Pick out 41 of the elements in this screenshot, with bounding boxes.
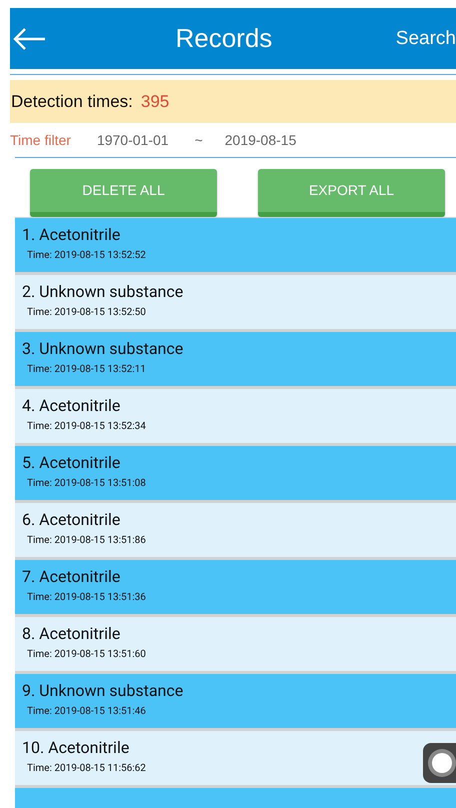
record-title: 9. Unknown substance (22, 681, 184, 702)
record-time: Time: 2019-08-15 13:51:08 (27, 478, 147, 490)
record-title: 4. Acetonitrile (22, 396, 122, 416)
record-title: 3. Unknown substance (22, 339, 184, 360)
date-separator: ~ (194, 132, 203, 148)
record-item[interactable]: 3. Unknown substance Time: 2019-08-15 13:52:11 (15, 332, 456, 386)
detection-count: 395 (140, 92, 170, 112)
record-time: Time: 2019-08-15 11:56:62 (27, 763, 147, 774)
record-item[interactable]: 5. Acetonitrile Time: 2019-08-15 13:51:08 (15, 446, 456, 500)
record-item[interactable]: 7. Acetonitrile Time: 2019-08-15 13:51:36 (15, 560, 456, 614)
record-title: 10. Acetonitrile (22, 738, 130, 758)
record-time: Time: 2019-08-15 13:52:50 (27, 307, 147, 318)
record-item[interactable]: 8. Acetonitrile Time: 2019-08-15 13:51:60 (15, 617, 456, 672)
record-time: Time: 2019-08-15 13:51:60 (27, 649, 147, 660)
end-date[interactable]: 2019-08-15 (224, 132, 296, 148)
record-item[interactable]: 4. Acetonitrile Time: 2019-08-15 13:52:34 (15, 389, 456, 444)
record-time: Time: 2019-08-15 13:51:86 (27, 535, 147, 546)
screen-title: Records (174, 23, 274, 54)
record-item[interactable]: 9. Unknown substance Time: 2019-08-15 13:51:46 (15, 674, 456, 728)
record-time: Time: 2019-08-15 13:51:36 (27, 592, 147, 604)
record-title: 5. Acetonitrile (22, 453, 122, 474)
time-filter-label: Time filter (10, 132, 71, 148)
record-time: Time: 2019-08-15 13:52:34 (27, 421, 147, 432)
record-item[interactable]: 10. Acetonitrile Time: 2019-08-15 11:56:62 (15, 731, 456, 786)
start-date[interactable]: 1970-01-01 (96, 132, 169, 148)
record-time: Time: 2019-08-15 13:51:46 (27, 706, 147, 718)
record-title: 6. Acetonitrile (22, 510, 122, 530)
search-button[interactable]: Search (396, 28, 456, 50)
detection-label: Detection times: (11, 92, 133, 112)
record-title: 1. Acetonitrile (22, 225, 122, 246)
back-arrow-icon (12, 26, 46, 51)
record-title: 8. Acetonitrile (22, 624, 122, 644)
floating-assistive-button[interactable] (423, 743, 456, 783)
record-title: 7. Acetonitrile (22, 567, 122, 588)
record-title: 2. Unknown substance (22, 282, 184, 302)
circle-icon (427, 748, 456, 778)
record-item[interactable]: 6. Acetonitrile Time: 2019-08-15 13:51:86 (15, 503, 456, 558)
record-time: Time: 2019-08-15 13:52:11 (27, 364, 147, 376)
record-item[interactable]: 2. Unknown substance Time: 2019-08-15 13:52:50 (15, 275, 456, 330)
record-time: Time: 2019-08-15 13:52:52 (27, 250, 147, 262)
record-item[interactable]: 1. Acetonitrile Time: 2019-08-15 13:52:52 (15, 218, 456, 272)
